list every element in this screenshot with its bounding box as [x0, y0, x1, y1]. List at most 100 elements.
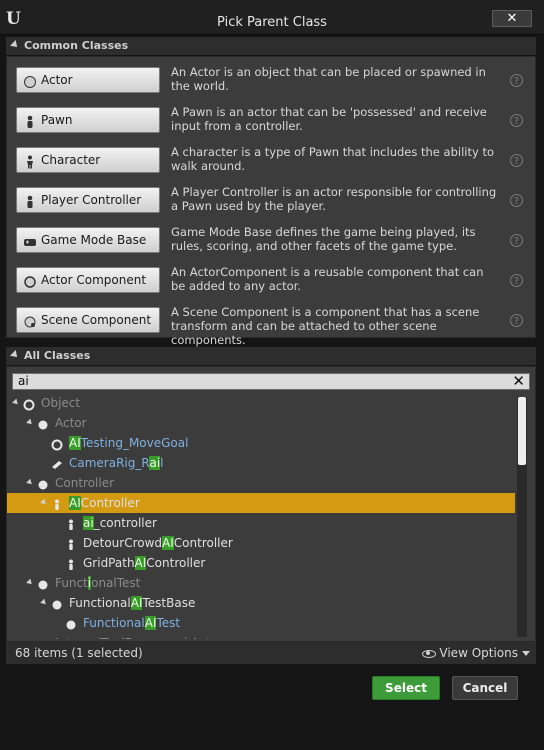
tree-row[interactable]: CameraRig_Rail — [7, 453, 515, 473]
class-button-label: Actor — [41, 73, 73, 87]
all-classes-title: All Classes — [24, 349, 91, 362]
help-icon[interactable]: ? — [510, 274, 523, 287]
sphere-icon — [37, 417, 49, 430]
common-class-row: Actor An Actor is an object that can be p… — [7, 64, 537, 104]
tree-row[interactable]: Controller — [7, 473, 515, 493]
object-ring-icon — [23, 397, 35, 411]
class-button-scene-component[interactable]: Scene Component — [16, 307, 160, 333]
tree-row-label: Controller — [55, 473, 114, 493]
help-icon[interactable]: ? — [510, 234, 523, 247]
class-button-label: Player Controller — [41, 193, 142, 207]
expand-arrow-icon[interactable] — [40, 498, 48, 507]
view-options-button[interactable]: View Options — [422, 646, 530, 660]
select-button[interactable]: Select — [372, 676, 440, 700]
tree-row[interactable]: FunctionalTest — [7, 573, 515, 593]
label-part: onalTest — [91, 576, 141, 590]
tree-row[interactable]: InternalToolFrameworkActor — [7, 633, 515, 639]
actor-component-icon — [23, 273, 37, 288]
tree-row[interactable]: GridPathAIController — [7, 553, 515, 573]
label-part: _controller — [93, 516, 157, 530]
tree-row[interactable]: FunctionalAITest — [7, 613, 515, 633]
label-part: l — [160, 456, 164, 470]
expand-arrow-icon[interactable] — [40, 598, 48, 607]
tree-row[interactable]: Object — [7, 393, 515, 413]
common-class-row: Game Mode Base Game Mode Base defines the… — [7, 224, 537, 264]
class-button-pawn[interactable]: Pawn — [16, 107, 160, 133]
pawn-icon — [65, 537, 77, 550]
class-tree: Object Actor AITesting_MoveGoal CameraRig_R… — [7, 393, 515, 639]
object-ring-icon — [51, 437, 63, 451]
search-match-highlight: AI — [69, 496, 81, 510]
search-match-highlight: AI — [162, 536, 174, 550]
label-part: Functional — [83, 616, 145, 630]
label-part: Object — [41, 396, 81, 410]
tree-row[interactable]: AITesting_MoveGoal — [7, 433, 515, 453]
help-icon[interactable]: ? — [510, 74, 523, 87]
label-part: Test — [156, 616, 181, 630]
help-icon[interactable]: ? — [510, 194, 523, 207]
tree-row-label: FunctionalAITest — [83, 613, 180, 633]
sphere-icon — [65, 617, 77, 630]
class-description: An ActorComponent is a reusable componen… — [171, 265, 484, 293]
expand-arrow-icon[interactable] — [26, 418, 34, 427]
help-icon[interactable]: ? — [510, 314, 523, 327]
label-part: Actor — [55, 416, 87, 430]
tree-row-label: ai_controller — [83, 513, 157, 533]
class-description: A character is a type of Pawn that inclu… — [171, 145, 494, 173]
clear-search-icon[interactable]: ✕ — [512, 373, 525, 389]
search-match-highlight: AI — [69, 436, 81, 450]
tree-row[interactable]: ai_controller — [7, 513, 515, 533]
tree-row-label: InternalToolFrameworkActor — [55, 633, 223, 639]
scroll-thumb[interactable] — [518, 397, 526, 465]
tree-row-label: AITesting_MoveGoal — [69, 433, 188, 453]
collapse-triangle-icon — [10, 40, 20, 50]
search-match-highlight: AI — [130, 596, 143, 610]
class-button-game-mode-base[interactable]: Game Mode Base — [16, 227, 160, 253]
common-class-row: Character A character is a type of Pawn t… — [7, 144, 537, 184]
tree-row-label: Actor — [55, 413, 87, 433]
tree-row-label: FunctionalTest — [55, 573, 140, 593]
all-classes-panel: ai ✕ Object Actor AITesting_MoveGoal Camera… — [6, 366, 536, 642]
label-part: Functional — [69, 596, 131, 610]
sphere-icon — [37, 477, 49, 490]
expand-arrow-icon[interactable] — [26, 478, 34, 487]
game-mode-icon — [23, 233, 37, 247]
class-button-character[interactable]: Character — [16, 147, 160, 173]
tree-row-label: FunctionalAITestBase — [69, 593, 195, 613]
class-search-input[interactable]: ai ✕ — [12, 373, 530, 390]
tree-row-label: GridPathAIController — [83, 553, 205, 573]
class-description: An Actor is an object that can be placed… — [171, 65, 486, 93]
status-bar: 68 items (1 selected) View Options — [6, 642, 536, 664]
tree-scrollbar[interactable] — [517, 397, 527, 637]
all-classes-header[interactable]: All Classes — [6, 347, 536, 365]
items-count: 68 items (1 selected) — [15, 646, 143, 660]
character-icon — [23, 153, 37, 169]
class-button-actor-component[interactable]: Actor Component — [16, 267, 160, 293]
expand-arrow-icon[interactable] — [12, 398, 20, 407]
search-value: ai — [18, 374, 29, 388]
view-options-label: View Options — [439, 646, 518, 660]
tree-row[interactable]: AIController — [7, 493, 515, 513]
class-button-label: Actor Component — [41, 273, 147, 287]
label-part: Controller — [173, 536, 233, 550]
common-class-row: Pawn A Pawn is an actor that can be 'poss… — [7, 104, 537, 144]
common-classes-header[interactable]: Common Classes — [6, 37, 536, 55]
class-description: A Pawn is an actor that can be 'possesse… — [171, 105, 487, 133]
tree-row[interactable]: FunctionalAITestBase — [7, 593, 515, 613]
class-button-actor[interactable]: Actor — [16, 67, 160, 93]
expand-arrow-icon[interactable] — [26, 578, 34, 587]
cancel-button[interactable]: Cancel — [452, 676, 518, 700]
tree-row-label: CameraRig_Rail — [69, 453, 164, 473]
help-icon[interactable]: ? — [510, 154, 523, 167]
tree-row[interactable]: Actor — [7, 413, 515, 433]
close-button[interactable]: ✕ — [492, 10, 532, 27]
camera-rig-icon — [51, 457, 63, 469]
help-icon[interactable]: ? — [510, 114, 523, 127]
class-button-player-controller[interactable]: Player Controller — [16, 187, 160, 213]
tree-row-label: DetourCrowdAIController — [83, 533, 233, 553]
tree-row[interactable]: DetourCrowdAIController — [7, 533, 515, 553]
label-part: TestBase — [142, 596, 196, 610]
search-match-highlight: AI — [134, 556, 147, 570]
tree-row-label: Object — [41, 393, 80, 413]
class-button-label: Game Mode Base — [41, 233, 147, 247]
